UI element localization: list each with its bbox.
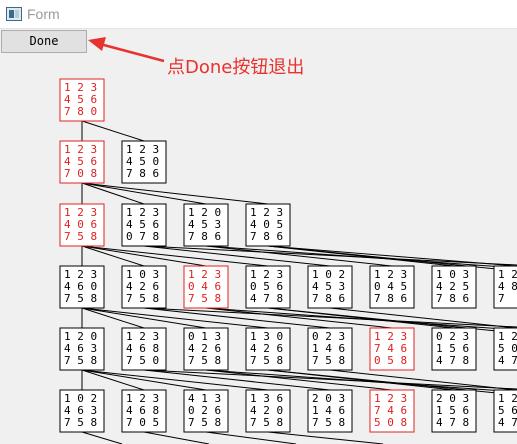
puzzle-state-node: 1 2 30 5 64 7 8 (245, 265, 291, 309)
puzzle-state-node: 1 2 34 5 67 8 0 (59, 78, 105, 122)
puzzle-state-row: 7 5 8 (250, 416, 283, 429)
annotation-arrow-icon (88, 37, 165, 63)
tree-edge (81, 120, 145, 142)
puzzle-state-node: 1 2 37 4 60 5 8 (369, 327, 415, 371)
puzzle-state-node: 1 2 34 5 60 7 8 (121, 203, 167, 247)
puzzle-state-row: 4 7 (498, 354, 517, 367)
puzzle-state-node: 1 2 34 0 67 5 8 (59, 203, 105, 247)
puzzle-state-row: 7 5 8 (64, 292, 97, 305)
puzzle-state-row: 7 5 8 (188, 292, 221, 305)
puzzle-state-node: 1 2 04 5 37 8 6 (183, 203, 229, 247)
puzzle-state-node: 0 1 34 2 67 5 8 (183, 327, 229, 371)
puzzle-state-row: 7 8 6 (312, 292, 345, 305)
puzzle-state-node: 1 3 04 2 67 5 8 (245, 327, 291, 371)
puzzle-state-row: 7 5 8 (188, 416, 221, 429)
puzzle-state-row: 4 7 8 (250, 292, 283, 305)
puzzle-state-row: 7 0 5 (126, 416, 159, 429)
tree-edge (143, 369, 517, 390)
tree-edge (81, 369, 207, 391)
puzzle-state-node: 1 2 34 0 57 8 6 (245, 203, 291, 247)
puzzle-state-node: 1 25 64 7 (493, 389, 517, 433)
puzzle-state-row: 5 0 8 (374, 416, 407, 429)
annotation-label: 点Done按钮退出 (167, 57, 305, 78)
done-button[interactable]: Done (1, 30, 87, 53)
puzzle-state-node: 1 24 87 (493, 265, 517, 309)
puzzle-state-row: 7 8 6 (436, 292, 469, 305)
puzzle-state-node: 2 0 31 4 67 5 8 (307, 389, 353, 433)
puzzle-state-row: 7 8 6 (250, 230, 283, 243)
puzzle-state-node: 1 2 34 6 87 5 0 (121, 327, 167, 371)
puzzle-state-node: 1 0 34 2 67 5 8 (121, 265, 167, 309)
tree-edge (81, 182, 269, 205)
tree-edge (81, 307, 207, 329)
puzzle-state-node: 1 0 34 2 57 8 6 (431, 265, 477, 309)
puzzle-state-node: 1 2 34 6 07 5 8 (59, 265, 105, 309)
puzzle-state-row: 7 5 8 (250, 354, 283, 367)
tree-edge (81, 431, 123, 444)
puzzle-state-node: 1 2 34 6 87 0 5 (121, 389, 167, 433)
puzzle-state-row: 7 5 8 (64, 416, 97, 429)
puzzle-state-node: 1 2 04 6 37 5 8 (59, 327, 105, 371)
puzzle-state-node: 1 3 64 2 07 5 8 (245, 389, 291, 433)
puzzle-state-row: 4 7 8 (436, 354, 469, 367)
puzzle-state-node: 1 0 24 6 37 5 8 (59, 389, 105, 433)
puzzle-state-row: 7 0 8 (64, 167, 97, 180)
tree-edge (143, 431, 210, 444)
puzzle-state-row: 7 8 6 (374, 292, 407, 305)
puzzle-state-row: 0 5 8 (374, 354, 407, 367)
puzzle-state-row: 7 5 8 (64, 230, 97, 243)
puzzle-state-node: 2 0 31 5 64 7 8 (431, 389, 477, 433)
tree-edge (81, 245, 207, 267)
puzzle-state-node: 4 1 30 2 67 5 8 (183, 389, 229, 433)
tree-edge (143, 307, 517, 328)
puzzle-state-row: 7 5 8 (126, 292, 159, 305)
puzzle-state-row: 7 8 6 (126, 167, 159, 180)
puzzle-state-row: 7 5 8 (312, 354, 345, 367)
puzzle-state-row: 7 8 6 (188, 230, 221, 243)
puzzle-state-row: 7 5 8 (188, 354, 221, 367)
puzzle-state-row: 4 7 (498, 416, 517, 429)
puzzle-state-row: 0 7 8 (126, 230, 159, 243)
puzzle-state-node: 1 2 34 5 67 0 8 (59, 140, 105, 184)
puzzle-state-row: 7 (498, 292, 505, 305)
puzzle-state-node: 1 2 34 5 07 8 6 (121, 140, 167, 184)
puzzle-state-row: 7 8 0 (64, 105, 97, 118)
puzzle-state-node: 1 2 30 4 57 8 6 (369, 265, 415, 309)
puzzle-state-node: 1 0 24 5 37 8 6 (307, 265, 353, 309)
puzzle-state-row: 7 5 8 (312, 416, 345, 429)
tree-edge (143, 245, 517, 266)
puzzle-state-node: 1 2 37 4 65 0 8 (369, 389, 415, 433)
puzzle-state-row: 7 5 0 (126, 354, 159, 367)
puzzle-state-node: 1 2 30 4 67 5 8 (183, 265, 229, 309)
puzzle-state-node: 0 2 31 4 67 5 8 (307, 327, 353, 371)
puzzle-state-row: 4 7 8 (436, 416, 469, 429)
puzzle-state-node: 0 2 31 5 64 7 8 (431, 327, 477, 371)
puzzle-state-row: 7 5 8 (64, 354, 97, 367)
tree-edge (81, 182, 207, 205)
puzzle-state-node: 1 25 04 7 (493, 327, 517, 371)
